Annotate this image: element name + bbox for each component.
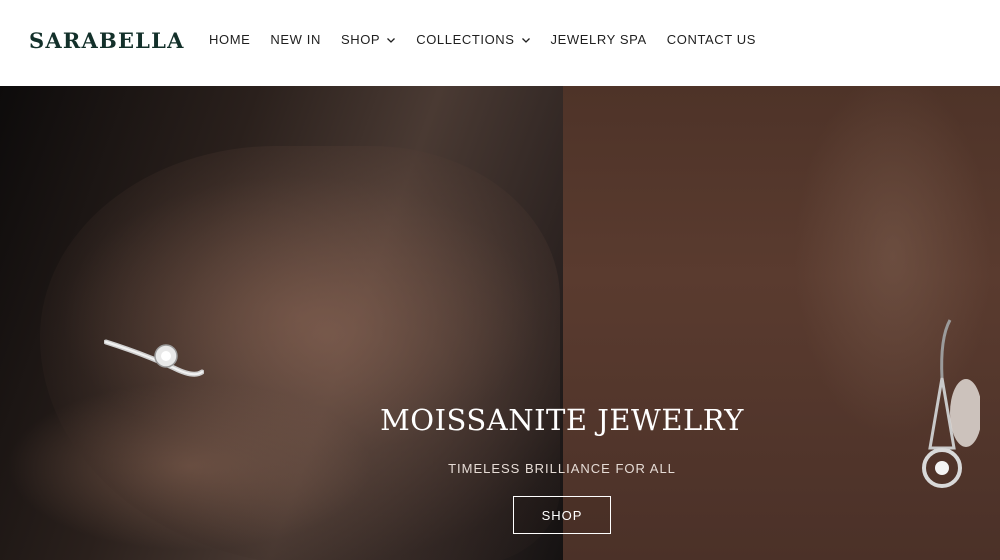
chevron-down-icon <box>386 35 396 45</box>
hero-title: MOISSANITE JEWELRY <box>380 403 744 437</box>
brand-logo[interactable]: SARABELLA <box>29 28 185 54</box>
nav-item-new-in[interactable]: NEW IN <box>270 30 321 50</box>
nav-item-label: NEW IN <box>270 32 321 47</box>
nav-item-collections[interactable]: COLLECTIONS <box>416 30 530 50</box>
nav-item-contact-us[interactable]: CONTACT US <box>667 30 756 50</box>
nav-item-label: SHOP <box>340 32 381 47</box>
shop-button[interactable]: SHOP <box>513 496 611 534</box>
nav-item-label: CONTACT US <box>666 32 757 47</box>
nav-item-jewelry-spa[interactable]: JEWELRY SPA <box>551 30 647 50</box>
nav-item-shop[interactable]: SHOP <box>341 30 396 50</box>
nav-item-label: HOME <box>209 32 251 47</box>
site-header: SARABELLA HOME NEW IN SHOP COLLECTIONS J… <box>0 0 1000 86</box>
nav-item-label: COLLECTIONS <box>416 32 515 47</box>
ring-icon <box>104 339 204 377</box>
main-nav: HOME NEW IN SHOP COLLECTIONS JEWELRY SPA… <box>209 30 776 50</box>
hero-subtitle: TIMELESS BRILLIANCE FOR ALL <box>448 461 676 476</box>
nav-item-label: JEWELRY SPA <box>550 32 647 47</box>
chevron-down-icon <box>521 35 531 45</box>
hero-image-ring <box>0 86 563 560</box>
nav-item-home[interactable]: HOME <box>209 30 250 50</box>
hero-banner <box>0 86 1000 560</box>
